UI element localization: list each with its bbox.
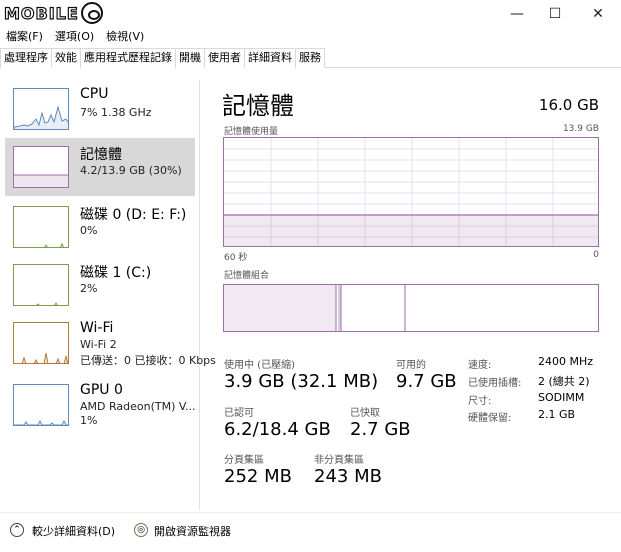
in-use-value: 3.9 GB (32.1 MB) [224, 371, 379, 392]
composition-label: 記憶體組合 [224, 271, 270, 281]
sidebar-memory-usage: 4.2/13.9 GB (30%) [80, 164, 182, 177]
performance-sidebar: CPU 7% 1.38 GHz 記憶體 4.2/13.9 GB (30%) 磁碟… [0, 80, 216, 510]
menu-file[interactable]: 檔案(F) [6, 28, 43, 46]
sidebar-cpu-title: CPU [80, 86, 109, 102]
memory-usage-chart [223, 137, 599, 247]
sidebar-item-cpu[interactable]: CPU 7% 1.38 GHz [5, 80, 195, 138]
sidebar-memory-title: 記憶體 [80, 147, 122, 163]
paged-pool-value: 252 MB [224, 466, 292, 487]
gpu-thumbnail-graph [13, 384, 69, 426]
memory-composition-graph [224, 285, 406, 331]
sidebar-disk0-title: 磁碟 0 (D: E: F:) [80, 207, 187, 223]
sidebar-gpu-usage: 1% [80, 414, 98, 427]
form-factor-value: SODIMM [538, 391, 585, 404]
sidebar-gpu-model: AMD Radeon(TM) V... [80, 400, 196, 413]
maximize-icon[interactable]: ☐ [540, 4, 570, 24]
watermark-text: MOBILE [3, 3, 79, 23]
usage-chart-max: 13.9 GB [562, 124, 599, 134]
time-axis-right: 0 [593, 250, 599, 260]
usage-chart-label: 記憶體使用量 [224, 127, 279, 137]
sidebar-disk1-title: 磁碟 1 (C:) [80, 265, 152, 281]
resource-monitor-icon[interactable]: ◎ [134, 523, 148, 537]
tab-processes[interactable]: 處理程序 [0, 48, 52, 68]
available-label: 可用的 [396, 360, 426, 371]
watermark-badge-icon [80, 2, 103, 24]
available-value: 9.7 GB [396, 371, 457, 392]
cached-label: 已快取 [350, 408, 380, 419]
committed-value: 6.2/18.4 GB [224, 419, 331, 440]
tab-startup[interactable]: 開機 [175, 48, 205, 68]
nonpaged-pool-label: 非分頁集區 [314, 455, 364, 466]
chevron-up-icon[interactable]: ⌃ [10, 523, 24, 537]
tab-services[interactable]: 服務 [295, 48, 325, 68]
page-title: 記憶體 [222, 92, 294, 120]
fewer-details-link[interactable]: 較少詳細資料(D) [32, 523, 115, 539]
sidebar-wifi-throughput: 已傳送：0 已接收：0 Kbps [80, 354, 216, 367]
memory-composition-bar [223, 284, 599, 332]
sidebar-disk0-usage: 0% [80, 224, 98, 237]
title-bar: MOBILE — ☐ ✕ [0, 0, 621, 28]
tab-users[interactable]: 使用者 [204, 48, 245, 68]
tab-bar: 處理程序 效能 應用程式歷程記錄 開機 使用者 詳細資料 服務 [0, 48, 621, 68]
open-resource-monitor-link[interactable]: 開啟資源監視器 [154, 523, 231, 539]
menu-view[interactable]: 檢視(V) [106, 28, 144, 46]
sidebar-item-disk1[interactable]: 磁碟 1 (C:) 2% [5, 256, 195, 314]
time-axis-left: 60 秒 [224, 253, 248, 263]
disk1-thumbnail-graph [13, 264, 69, 306]
composition-in-use [224, 285, 336, 331]
minimize-icon[interactable]: — [502, 4, 532, 24]
tab-performance[interactable]: 效能 [51, 48, 81, 68]
tab-app-history[interactable]: 應用程式歷程記錄 [80, 48, 176, 68]
sidebar-item-gpu[interactable]: GPU 0 AMD Radeon(TM) V... 1% [5, 376, 195, 438]
cpu-thumbnail-graph [13, 88, 69, 130]
sidebar-item-disk0[interactable]: 磁碟 0 (D: E: F:) 0% [5, 198, 195, 256]
memory-total: 16.0 GB [538, 96, 599, 114]
sidebar-item-memory[interactable]: 記憶體 4.2/13.9 GB (30%) [5, 138, 195, 196]
in-use-label: 使用中 (已壓縮) [224, 360, 295, 371]
slots-label: 已使用插槽: [468, 378, 522, 389]
disk0-thumbnail-graph [13, 206, 69, 248]
menu-bar: 檔案(F) 選項(O) 檢視(V) [0, 28, 150, 46]
sidebar-wifi-title: Wi-Fi [80, 320, 114, 336]
speed-value: 2400 MHz [538, 355, 594, 368]
paged-pool-label: 分頁集區 [224, 455, 264, 466]
memory-usage-graph [224, 138, 598, 246]
nonpaged-pool-value: 243 MB [314, 466, 382, 487]
hardware-reserved-label: 硬體保留: [468, 413, 512, 424]
hardware-reserved-value: 2.1 GB [538, 408, 576, 421]
speed-label: 速度: [468, 360, 492, 371]
sidebar-cpu-usage: 7% 1.38 GHz [80, 106, 152, 119]
watermark-logo: MOBILE [3, 2, 103, 24]
wifi-thumbnail-graph [13, 322, 69, 364]
tab-details[interactable]: 詳細資料 [244, 48, 296, 68]
close-icon[interactable]: ✕ [583, 4, 613, 24]
sidebar-wifi-adapter: Wi-Fi 2 [80, 338, 117, 351]
memory-thumbnail-graph [13, 146, 69, 188]
form-factor-label: 尺寸: [468, 396, 492, 407]
menu-options[interactable]: 選項(O) [55, 28, 94, 46]
footer-bar: ⌃ 較少詳細資料(D) ◎ 開啟資源監視器 [0, 512, 621, 552]
cached-value: 2.7 GB [350, 419, 411, 440]
sidebar-disk1-usage: 2% [80, 282, 98, 295]
sidebar-gpu-title: GPU 0 [80, 382, 123, 398]
slots-value: 2 (總共 2) [538, 375, 590, 388]
committed-label: 已認可 [224, 408, 254, 419]
sidebar-item-wifi[interactable]: Wi-Fi Wi-Fi 2 已傳送：0 已接收：0 Kbps [5, 314, 216, 376]
